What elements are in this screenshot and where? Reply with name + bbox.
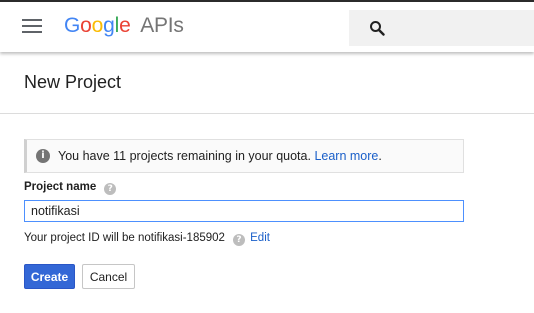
project-name-label: Project name bbox=[24, 181, 97, 193]
hamburger-menu-icon[interactable] bbox=[22, 19, 42, 33]
logo-letter: o bbox=[80, 14, 92, 37]
search-input[interactable] bbox=[349, 10, 534, 46]
edit-project-id-link[interactable]: Edit bbox=[250, 232, 270, 244]
logo-letter: e bbox=[119, 14, 131, 37]
logo-letter: g bbox=[103, 14, 115, 37]
info-icon: i bbox=[36, 149, 50, 163]
cancel-button[interactable]: Cancel bbox=[82, 264, 135, 289]
top-app-bar: Google APIs bbox=[0, 0, 534, 52]
help-icon[interactable]: ? bbox=[104, 183, 117, 195]
product-name: APIs bbox=[140, 14, 184, 37]
quota-notice-suffix: . bbox=[378, 149, 382, 163]
google-apis-logo[interactable]: Google APIs bbox=[64, 14, 184, 38]
create-button[interactable]: Create bbox=[24, 264, 75, 289]
divider bbox=[0, 113, 534, 114]
project-id-help-icon[interactable]: ? bbox=[232, 234, 245, 246]
quota-notice: i You have 11 projects remaining in your… bbox=[24, 139, 464, 173]
google-wordmark: Google bbox=[64, 14, 136, 37]
project-id-text: Your project ID will be notifikasi-18590… bbox=[24, 232, 225, 244]
page-title: New Project bbox=[24, 72, 122, 92]
logo-letter: G bbox=[64, 14, 81, 37]
learn-more-link[interactable]: Learn more bbox=[314, 149, 378, 163]
search-icon[interactable] bbox=[369, 20, 385, 36]
logo-letter: o bbox=[91, 14, 104, 37]
quota-notice-text: You have 11 projects remaining in your q… bbox=[58, 149, 311, 163]
project-name-input[interactable] bbox=[24, 200, 464, 222]
